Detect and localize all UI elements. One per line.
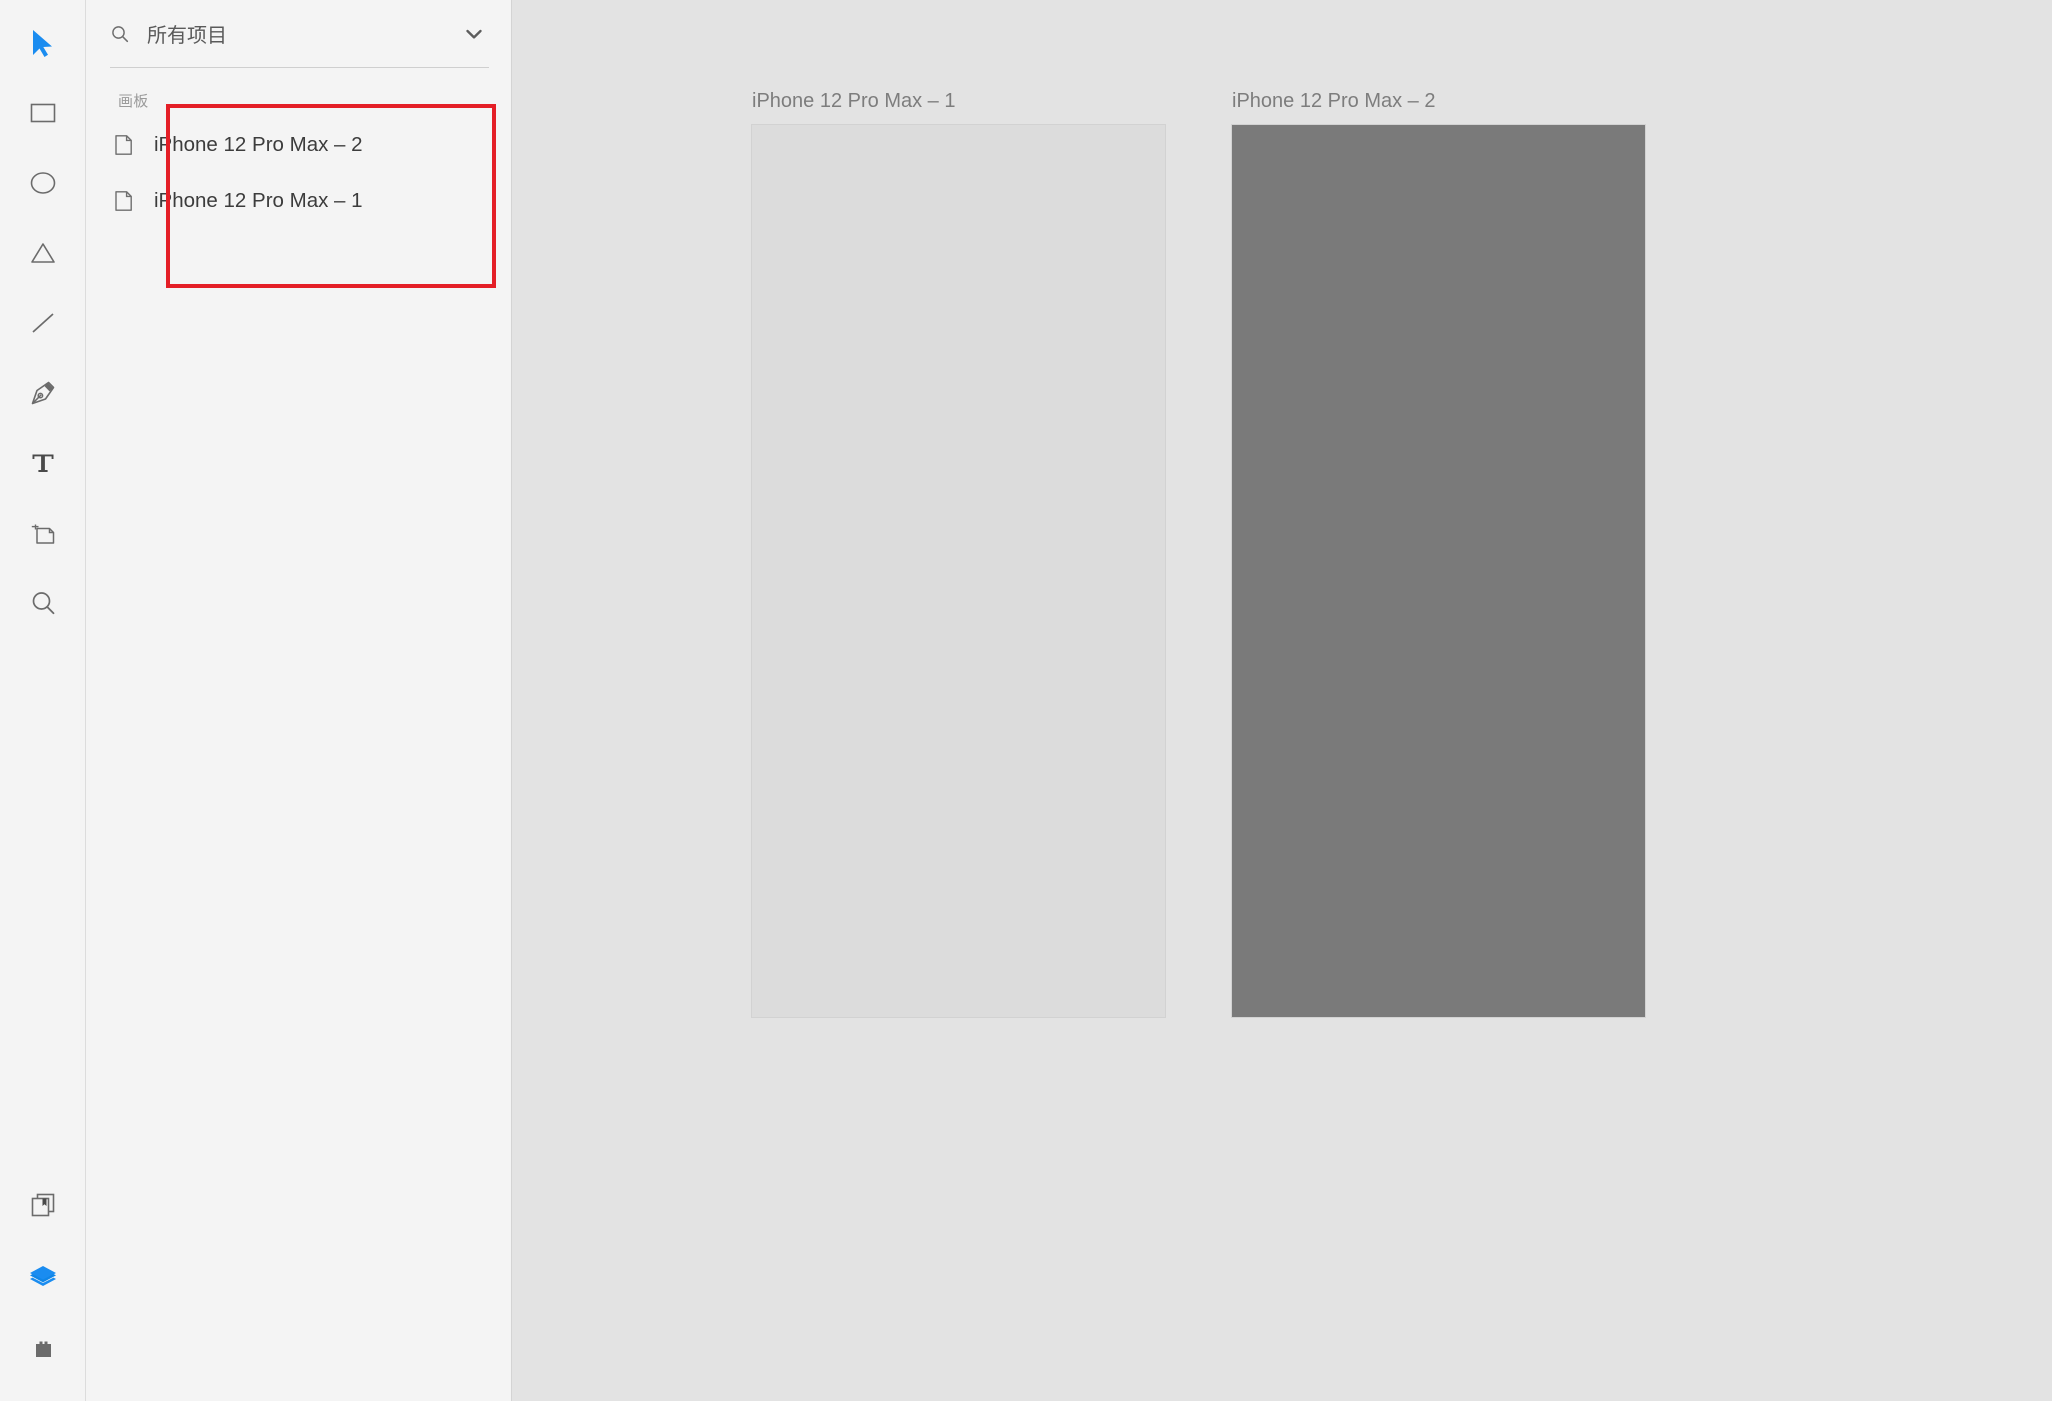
tool-rail-top-group (0, 0, 86, 638)
search-icon (110, 24, 136, 44)
cursor-arrow-icon (29, 28, 57, 58)
layers-panel: 画板 iPhone 12 Pro Max – 2 iPho (86, 0, 512, 1401)
search-input[interactable] (136, 22, 459, 45)
list-item[interactable]: iPhone 12 Pro Max – 1 (86, 173, 511, 229)
text-tool[interactable] (0, 428, 86, 498)
artboard-tool[interactable] (0, 498, 86, 568)
triangle-tool[interactable] (0, 218, 86, 288)
triangle-icon (28, 238, 58, 268)
layers-panel-button[interactable] (0, 1243, 86, 1315)
chevron-down-icon[interactable] (459, 23, 489, 45)
list-item-label: iPhone 12 Pro Max – 1 (154, 189, 363, 212)
zoom-tool[interactable] (0, 568, 86, 638)
line-tool[interactable] (0, 288, 86, 358)
layer-list: 画板 iPhone 12 Pro Max – 2 iPhone 12 Pro M… (86, 68, 511, 229)
artboard-surface[interactable] (751, 124, 1166, 1018)
artboard-1[interactable]: iPhone 12 Pro Max – 1 (751, 90, 1166, 1018)
layer-group-title: 画板 (118, 93, 149, 110)
layers-stack-icon (26, 1262, 60, 1297)
list-item-label: iPhone 12 Pro Max – 2 (154, 133, 363, 156)
pen-nib-icon (28, 378, 58, 408)
layer-search-row (110, 0, 489, 68)
list-item[interactable]: iPhone 12 Pro Max – 2 (86, 117, 511, 173)
artboard-icon (28, 518, 58, 548)
artboard-page-icon (114, 134, 148, 156)
pages-bookmark-icon (27, 1189, 59, 1226)
rectangle-tool[interactable] (0, 78, 86, 148)
plugins-panel-button[interactable] (0, 1315, 86, 1387)
line-icon (28, 308, 58, 338)
select-tool[interactable] (0, 8, 86, 78)
rectangle-icon (28, 98, 58, 128)
artboard-label[interactable]: iPhone 12 Pro Max – 2 (1232, 90, 1435, 113)
tool-rail-bottom-group (0, 1171, 86, 1387)
magnifier-icon (28, 588, 58, 618)
oval-icon (28, 168, 58, 198)
plugin-block-icon (27, 1333, 59, 1370)
tool-rail (0, 0, 86, 1401)
text-t-icon (28, 448, 58, 478)
artboard-label[interactable]: iPhone 12 Pro Max – 1 (752, 90, 955, 113)
oval-tool[interactable] (0, 148, 86, 218)
canvas-area[interactable]: iPhone 12 Pro Max – 1 iPhone 12 Pro Max … (512, 0, 2052, 1401)
vector-pen-tool[interactable] (0, 358, 86, 428)
assets-panel-button[interactable] (0, 1171, 86, 1243)
application-window: 画板 iPhone 12 Pro Max – 2 iPho (0, 0, 2052, 1401)
artboard-2[interactable]: iPhone 12 Pro Max – 2 (1231, 90, 1646, 1018)
artboard-surface[interactable] (1231, 124, 1646, 1018)
artboard-page-icon (114, 190, 148, 212)
